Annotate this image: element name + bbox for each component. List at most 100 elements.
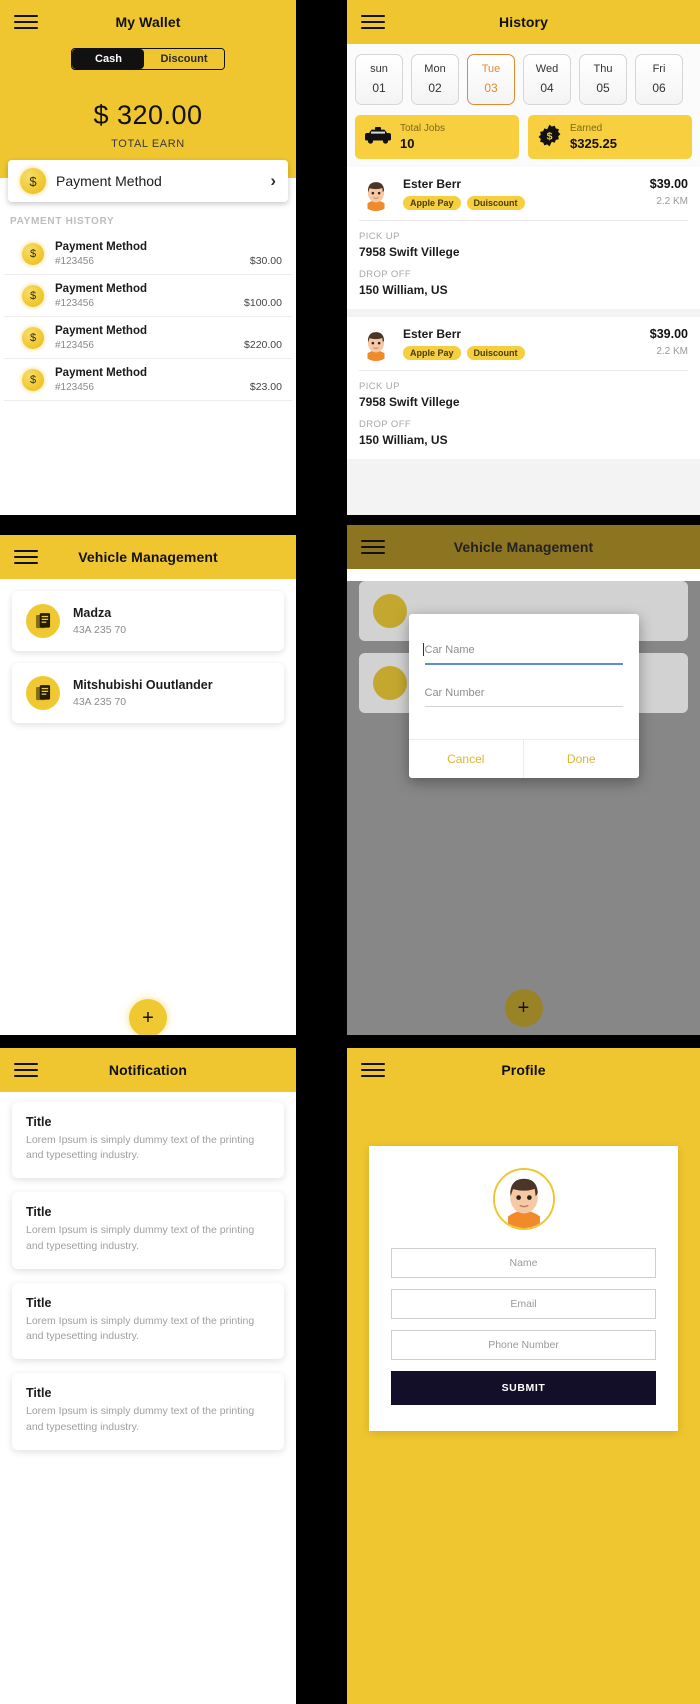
list-item[interactable]: $ Payment Method #123456 $30.00 (4, 233, 292, 275)
screen-add-vehicle-dialog: Vehicle Management .. .. + Car Name (347, 525, 700, 1035)
add-vehicle-button[interactable]: + (129, 999, 167, 1035)
list-item[interactable]: $ Payment Method #123456 $220.00 (4, 317, 292, 359)
car-name-placeholder: Car Name (422, 643, 475, 656)
date-day: 02 (428, 81, 442, 95)
date-chip[interactable]: Thu 05 (579, 54, 627, 105)
date-day: 03 (484, 81, 498, 95)
date-weekday: sun (370, 63, 388, 75)
pickup-label: PICK UP (359, 381, 400, 392)
profile-form-card: Name Email Phone Number SUBMIT (369, 1146, 678, 1431)
job-distance: 2.2 KM (656, 196, 688, 207)
screen-history: History sun 01 Mon 02 Tue 03 Wed 04 Thu … (347, 0, 700, 515)
hamburger-icon[interactable] (361, 15, 385, 29)
status-bar (0, 525, 296, 535)
date-chip[interactable]: Mon 02 (411, 54, 459, 105)
car-number-field[interactable]: Car Number (424, 687, 623, 707)
page-title: History (499, 14, 548, 30)
list-item[interactable]: Title Lorem Ipsum is simply dummy text o… (12, 1192, 284, 1269)
page-title: Vehicle Management (78, 549, 218, 565)
user-avatar-icon[interactable] (492, 1168, 555, 1230)
avatar (359, 177, 393, 211)
date-weekday: Tue (481, 63, 501, 75)
notification-body: Lorem Ipsum is simply dummy text of the … (26, 1134, 255, 1162)
stat-total-jobs[interactable]: Total Jobs 10 (355, 115, 519, 159)
payment-id: #123456 (55, 340, 94, 351)
notification-body: Lorem Ipsum is simply dummy text of the … (26, 1405, 255, 1433)
vehicle-plate: 43A 235 70 (73, 624, 127, 636)
history-body: sun 01 Mon 02 Tue 03 Wed 04 Thu 05 Fri 0… (347, 44, 700, 515)
payment-method-button[interactable]: $ Payment Method › (8, 160, 288, 202)
vehicle-doc-icon (373, 666, 407, 700)
vehicle-doc-icon (373, 594, 407, 628)
payment-name: Payment Method (55, 283, 148, 295)
job-price: $39.00 (649, 327, 688, 341)
date-chip[interactable]: Fri 06 (635, 54, 683, 105)
dropoff-address: 150 William, US (359, 433, 448, 447)
date-chip[interactable]: sun 01 (355, 54, 403, 105)
date-chip[interactable]: Wed 04 (523, 54, 571, 105)
payment-id: #123456 (55, 382, 94, 393)
payment-id: #123456 (55, 298, 94, 309)
date-selector[interactable]: sun 01 Mon 02 Tue 03 Wed 04 Thu 05 Fri 0… (347, 44, 700, 113)
avatar (359, 327, 393, 361)
date-day: 01 (372, 81, 386, 95)
tag-list: Apple Pay Duiscount (403, 196, 650, 210)
payment-name: Payment Method (55, 241, 148, 253)
wallet-segmented-control[interactable]: Cash Discount (71, 48, 225, 70)
cancel-button[interactable]: Cancel (409, 740, 524, 778)
tag-list: Apple Pay Duiscount (403, 346, 650, 360)
appbar-wallet: My Wallet (0, 0, 296, 44)
car-number-placeholder: Car Number (424, 687, 485, 699)
notification-body: Lorem Ipsum is simply dummy text of the … (26, 1314, 255, 1343)
notification-title: Title (26, 1295, 52, 1310)
tab-cash[interactable]: Cash (72, 49, 145, 69)
vehicle-plate: 43A 235 70 (73, 696, 127, 708)
svg-text:$: $ (547, 130, 553, 142)
name-field[interactable]: Name (391, 1248, 656, 1278)
date-chip-selected[interactable]: Tue 03 (467, 54, 515, 105)
stat-value: $325.25 (570, 136, 617, 151)
date-weekday: Wed (535, 63, 559, 75)
screens-board: My Wallet Cash Discount $ 320.00 TOTAL E… (0, 0, 700, 1704)
date-day: 04 (540, 81, 554, 95)
list-item[interactable]: Title Lorem Ipsum is simply dummy text o… (12, 1373, 284, 1450)
date-day: 05 (596, 81, 610, 95)
submit-button[interactable]: SUBMIT (391, 1371, 656, 1405)
done-button[interactable]: Done (523, 740, 639, 778)
hamburger-icon[interactable] (14, 550, 38, 564)
coin-dollar-icon: $ (22, 243, 44, 265)
payment-amount: $220.00 (244, 339, 282, 351)
list-item[interactable]: $ Payment Method #123456 $100.00 (4, 275, 292, 317)
pickup-address: 7958 Swift Villege (359, 245, 460, 259)
list-item[interactable]: Title Lorem Ipsum is simply dummy text o… (12, 1102, 284, 1179)
tag-payment: Apple Pay (403, 196, 461, 210)
car-name-field[interactable]: Car Name (422, 643, 623, 665)
payment-history-list: $ Payment Method #123456 $30.00 $ Paymen… (0, 233, 296, 401)
job-card[interactable]: Ester Berr Apple Pay Duiscount $39.00 2.… (347, 317, 700, 459)
hamburger-icon[interactable] (14, 1063, 38, 1077)
list-item[interactable]: $ Payment Method #123456 $23.00 (4, 359, 292, 401)
appbar-vehicle: Vehicle Management (0, 535, 296, 579)
add-vehicle-button-dimmed: + (504, 989, 543, 1027)
date-weekday: Thu (593, 63, 613, 75)
vehicle-body: Madza 43A 235 70 Mitshubishi Ouutlander (0, 591, 296, 1035)
pickup-address: 7958 Swift Villege (359, 395, 460, 409)
hamburger-icon[interactable] (14, 15, 38, 29)
stat-earned[interactable]: $ Earned $325.25 (528, 115, 692, 159)
list-item[interactable]: Madza 43A 235 70 (12, 591, 284, 651)
dialog-scrim[interactable]: .. .. + Car Name Car Number (347, 581, 700, 1035)
phone-number-field[interactable]: Phone Number (391, 1330, 656, 1360)
tab-discount[interactable]: Discount (144, 49, 224, 69)
coin-dollar-icon: $ (22, 327, 44, 349)
hamburger-icon[interactable] (361, 540, 385, 554)
hamburger-icon[interactable] (361, 1063, 385, 1077)
profile-body: Name Email Phone Number SUBMIT (347, 1092, 700, 1704)
car-number-underline (424, 706, 623, 707)
vehicle-doc-icon (26, 604, 60, 638)
customer-name: Ester Berr (403, 327, 462, 341)
job-card[interactable]: Ester Berr Apple Pay Duiscount $39.00 2.… (347, 167, 700, 309)
list-item[interactable]: Title Lorem Ipsum is simply dummy text o… (12, 1282, 284, 1360)
list-item[interactable]: Mitshubishi Ouutlander 43A 235 70 (12, 663, 284, 723)
email-field[interactable]: Email (391, 1289, 656, 1319)
appbar-profile: Profile (347, 1048, 700, 1092)
